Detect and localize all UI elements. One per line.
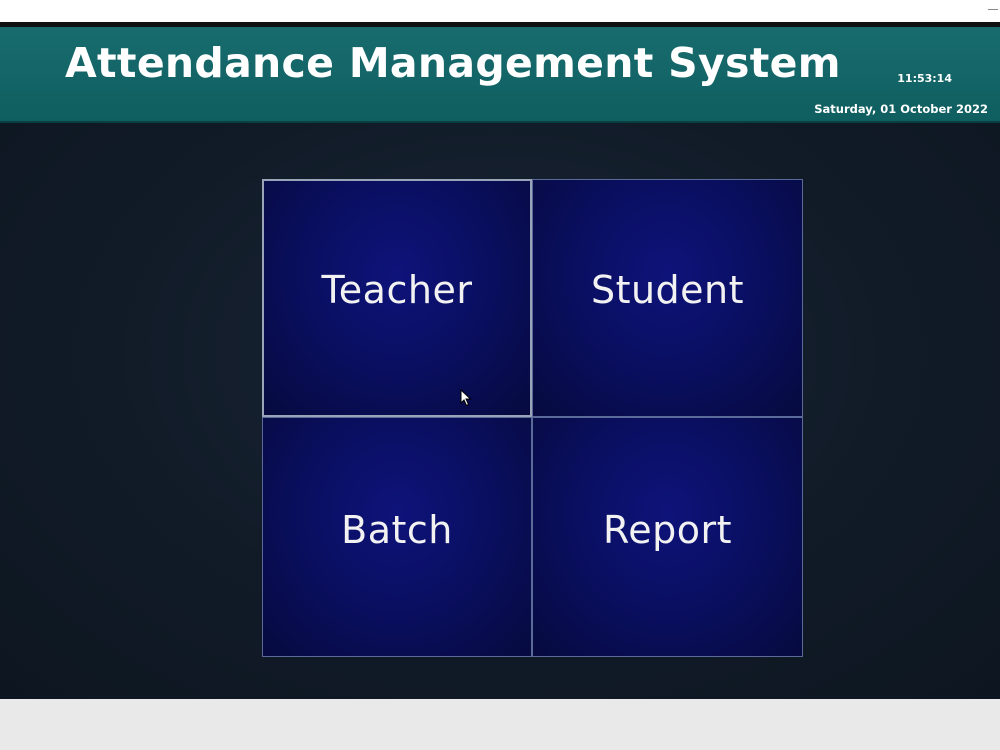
menu-grid: Teacher Student Batch Report <box>262 179 803 657</box>
window-status-bar <box>0 699 1000 750</box>
app-window: Attendance Management System 11:53:14 Sa… <box>0 0 1000 750</box>
batch-tile-button[interactable]: Batch <box>262 417 532 657</box>
app-title: Attendance Management System <box>65 39 841 87</box>
student-tile-label: Student <box>590 268 745 312</box>
main-panel: Teacher Student Batch Report <box>0 123 1000 699</box>
report-tile-button[interactable]: Report <box>532 417 803 657</box>
batch-tile-label: Batch <box>341 508 453 552</box>
report-tile-label: Report <box>603 508 732 552</box>
window-titlebar <box>0 0 1000 22</box>
current-date: Saturday, 01 October 2022 <box>814 102 988 116</box>
minimize-icon[interactable] <box>988 4 998 14</box>
clock-time: 11:53:14 <box>897 72 952 85</box>
teacher-tile-button[interactable]: Teacher <box>262 179 532 417</box>
teacher-tile-label: Teacher <box>321 268 473 312</box>
app-header: Attendance Management System 11:53:14 Sa… <box>0 27 1000 123</box>
mouse-pointer-icon <box>460 389 472 407</box>
student-tile-button[interactable]: Student <box>532 179 803 417</box>
